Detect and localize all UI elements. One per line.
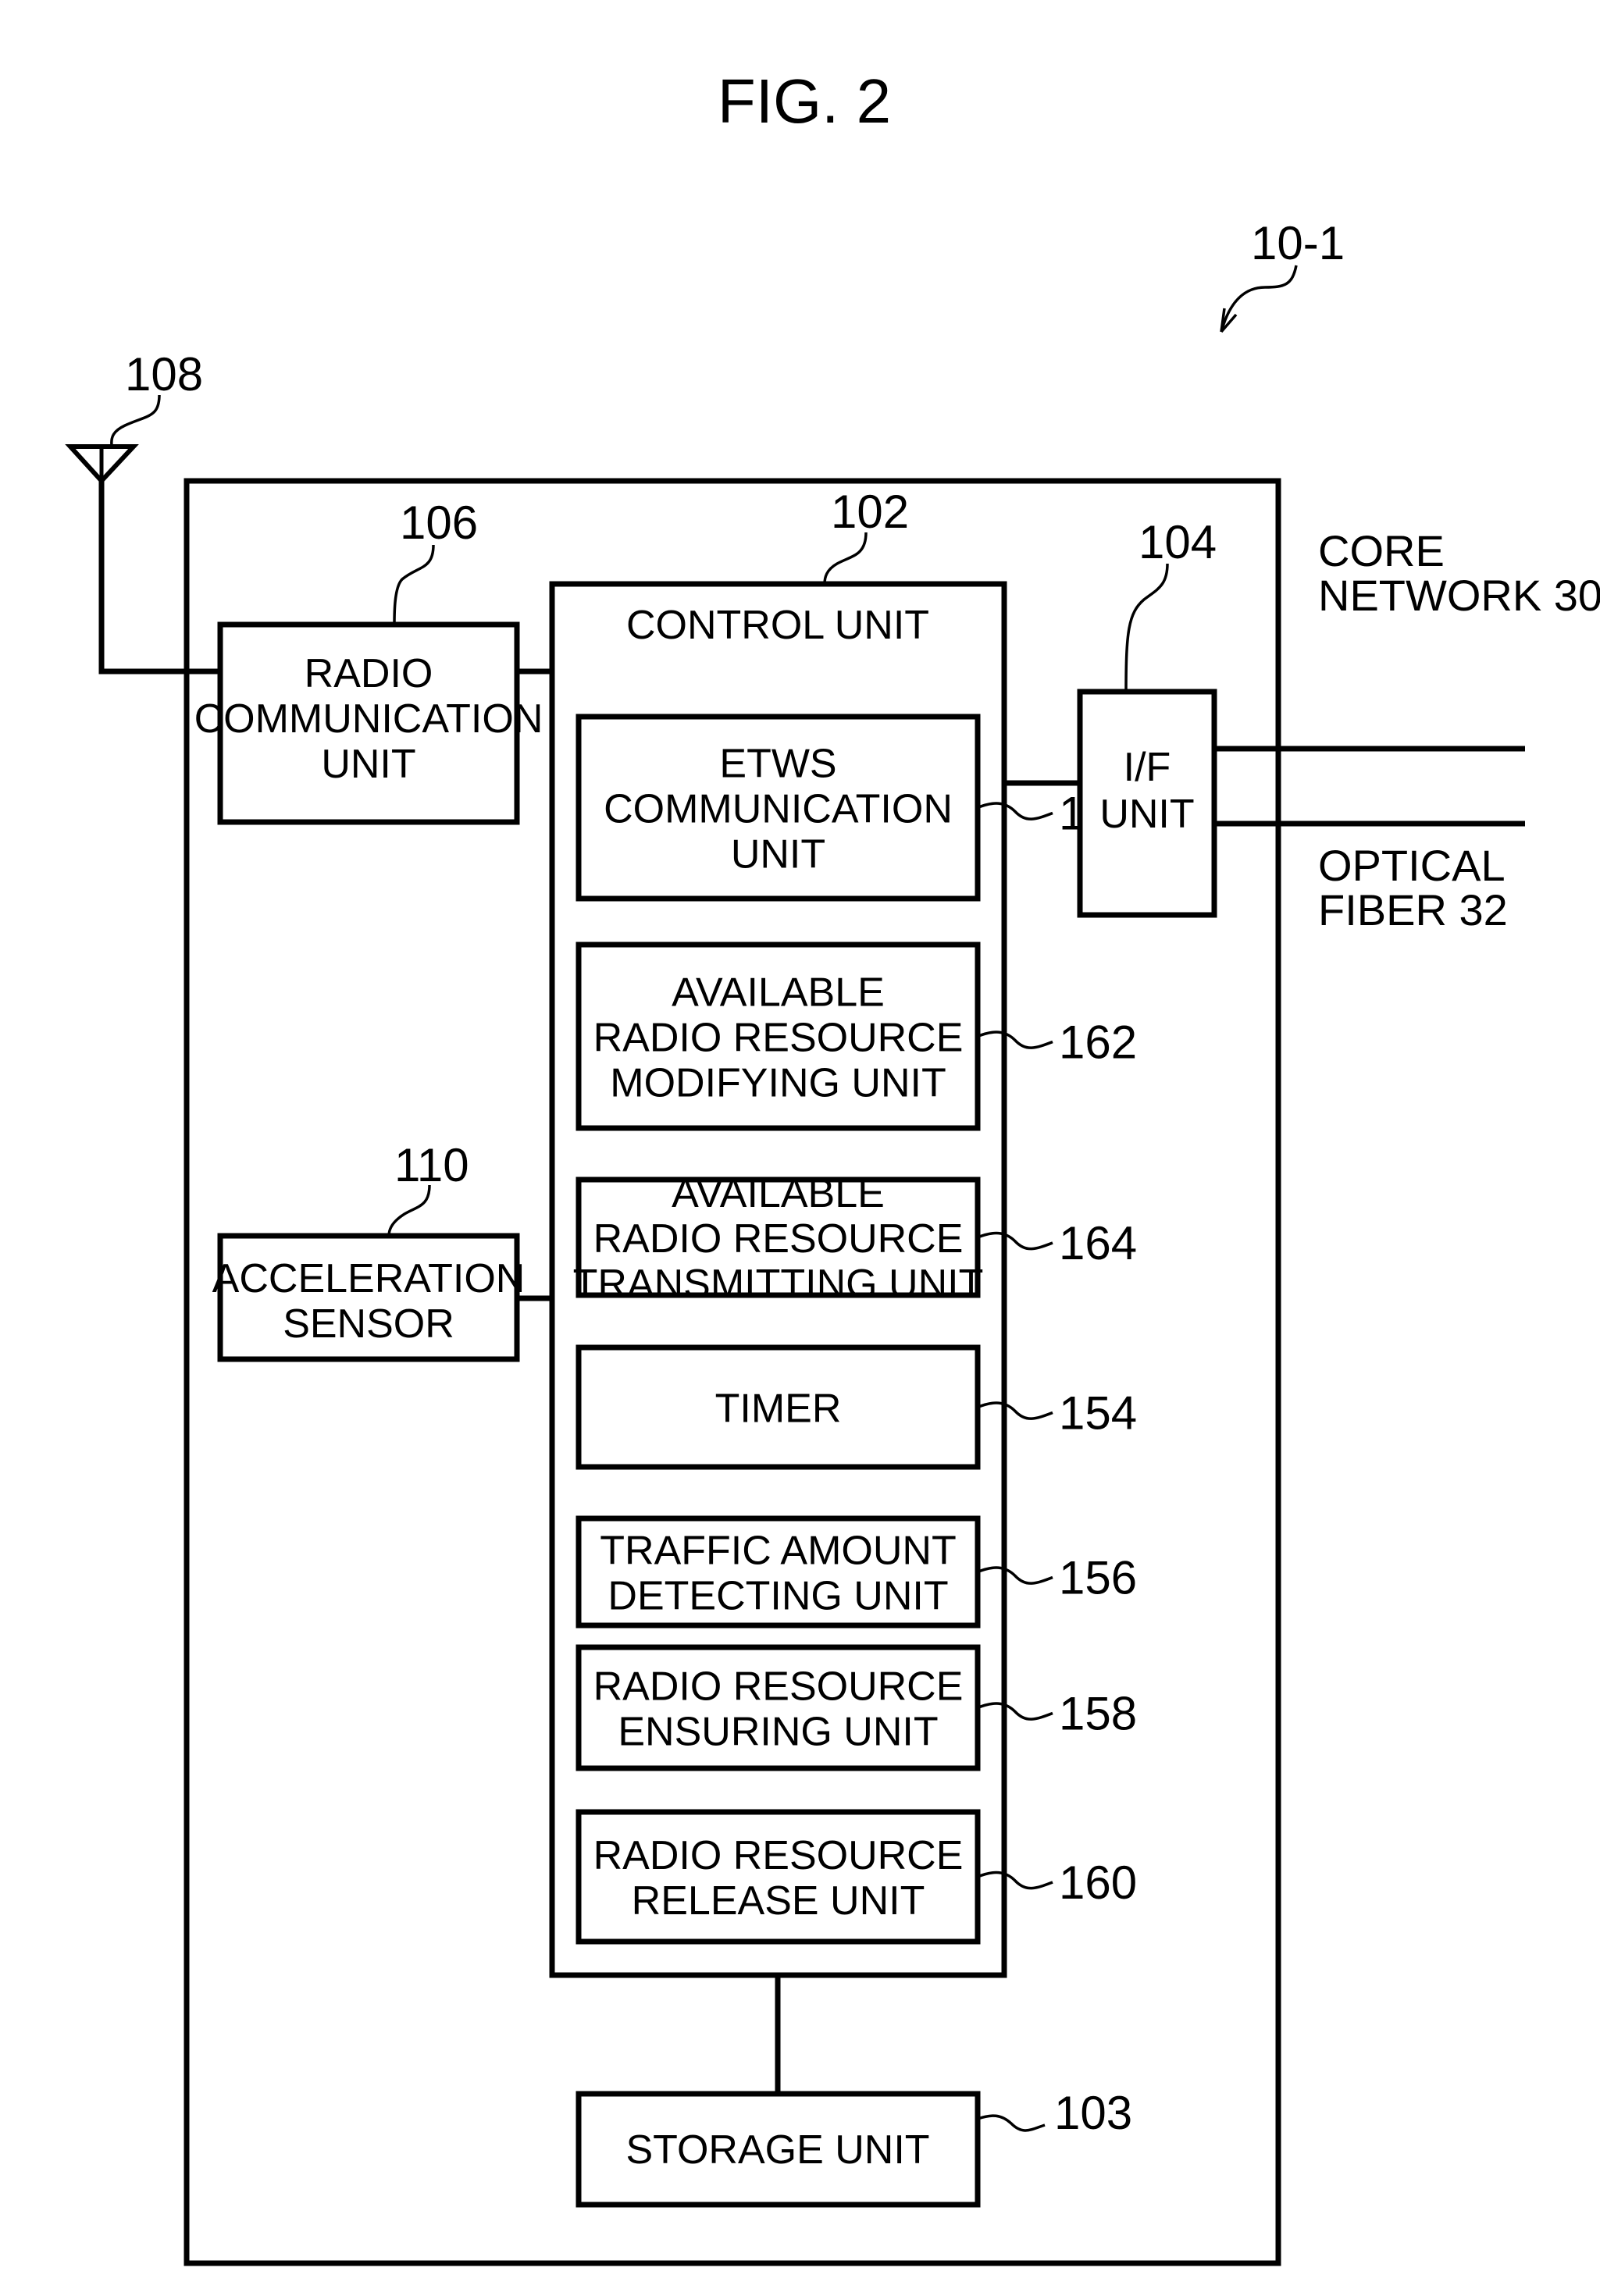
- sub-unit-label-line: ENSURING UNIT: [618, 1710, 938, 1755]
- sub-unit-label-line: MODIFYING UNIT: [610, 1061, 946, 1106]
- sub-unit-label-line: AVAILABLE: [672, 970, 885, 1016]
- storage-unit-label: STORAGE UNIT: [625, 2127, 929, 2173]
- block-diagram: FIG. 2 10-1 108 RADIO COMMUNICATION UNIT…: [65, 66, 1600, 2266]
- accel-sensor-line-2: SENSOR: [283, 1301, 454, 1347]
- if-unit-line-2: UNIT: [1099, 792, 1194, 837]
- sub-unit-label-line: COMMUNICATION: [604, 787, 953, 832]
- antenna-ref: 108: [125, 348, 203, 400]
- sub-unit-ref: 156: [1059, 1552, 1137, 1604]
- if-unit-line-1: I/F: [1124, 745, 1171, 790]
- sub-unit-label-line: TRANSMITTING UNIT: [573, 1262, 984, 1307]
- sub-unit-ref: 160: [1059, 1856, 1137, 1909]
- figure-title: FIG. 2: [718, 66, 891, 136]
- device-ref-arrow-icon: [1220, 265, 1298, 333]
- control-unit-ref: 102: [831, 486, 909, 538]
- radio-communication-unit: RADIO COMMUNICATION UNIT: [194, 621, 543, 825]
- accel-sensor-line-1: ACCELERATION: [212, 1256, 526, 1301]
- acceleration-sensor: ACCELERATION SENSOR: [212, 1233, 526, 1362]
- sub-unit-ref: 158: [1059, 1688, 1137, 1740]
- optical-fiber-label-1: OPTICAL: [1318, 841, 1506, 890]
- antenna-leader: [110, 394, 161, 446]
- sub-unit-label-line: TRAFFIC AMOUNT: [600, 1529, 956, 1574]
- core-network-label-1: CORE: [1318, 526, 1445, 575]
- sub-unit-label-line: TIMER: [715, 1386, 842, 1432]
- core-network-label-2: NETWORK 30: [1318, 571, 1600, 620]
- device-ref-label: 10-1: [1251, 217, 1345, 269]
- control-unit-label: CONTROL UNIT: [626, 603, 929, 648]
- radio-unit-line-3: UNIT: [321, 742, 415, 787]
- sub-unit-label-line: ETWS: [719, 742, 836, 787]
- sub-unit-ref: 154: [1059, 1387, 1137, 1440]
- sub-unit-label-line: RADIO RESOURCE: [593, 1216, 964, 1262]
- sub-unit-label-line: DETECTING UNIT: [608, 1574, 948, 1619]
- sub-unit-label-line: RADIO RESOURCE: [593, 1664, 964, 1710]
- radio-unit-ref: 106: [400, 497, 478, 549]
- sub-unit-label-line: RADIO RESOURCE: [593, 1016, 964, 1061]
- if-unit-ref: 104: [1139, 516, 1217, 568]
- sub-unit-label-line: UNIT: [731, 832, 825, 877]
- radio-unit-line-1: RADIO: [305, 651, 433, 696]
- storage-unit-ref: 103: [1054, 2087, 1132, 2139]
- accel-sensor-ref: 110: [394, 1139, 469, 1191]
- sub-unit-label-line: RADIO RESOURCE: [593, 1833, 964, 1878]
- sub-unit-label-line: AVAILABLE: [672, 1171, 885, 1216]
- sub-unit-label-line: RELEASE UNIT: [632, 1878, 925, 1924]
- optical-fiber-label-2: FIBER 32: [1318, 885, 1508, 934]
- radio-unit-line-2: COMMUNICATION: [194, 696, 543, 742]
- if-unit: I/F UNIT: [1077, 689, 1217, 918]
- sub-unit-ref: 164: [1059, 1217, 1137, 1269]
- storage-unit: STORAGE UNIT: [576, 2091, 981, 2208]
- sub-unit-ref: 162: [1059, 1016, 1137, 1069]
